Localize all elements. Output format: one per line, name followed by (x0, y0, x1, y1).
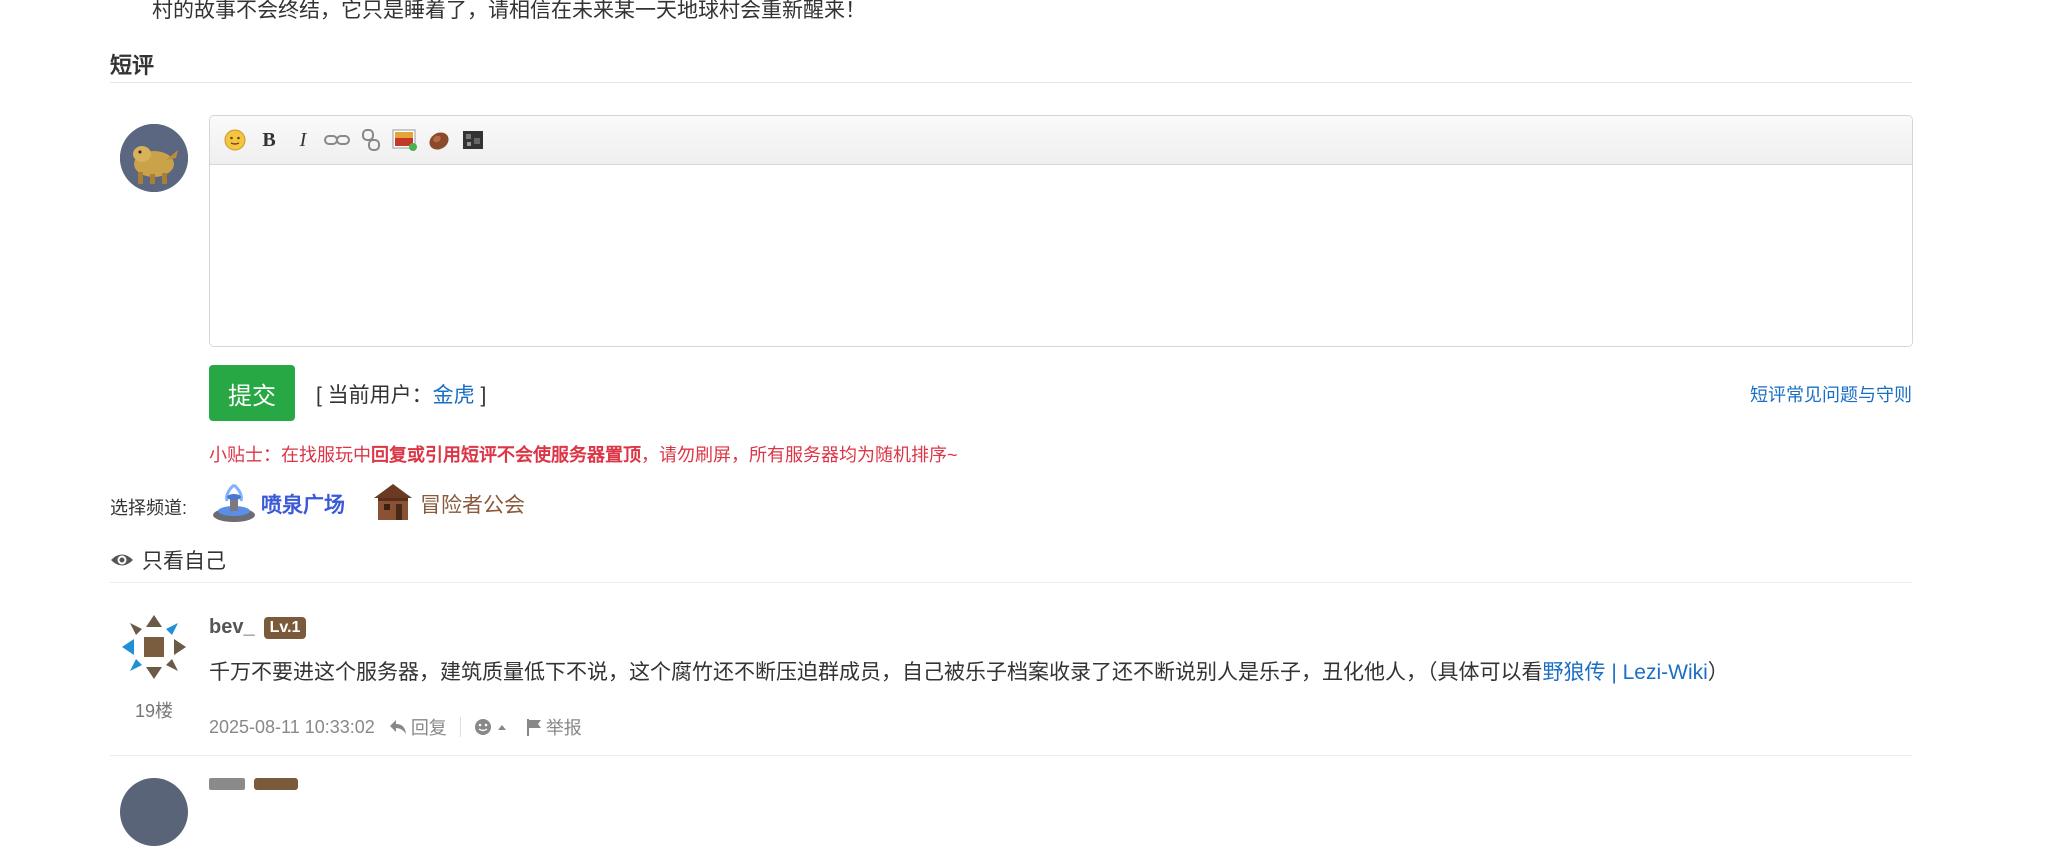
channel-fountain[interactable]: 喷泉广场 (211, 482, 345, 526)
level-badge: Lv.1 (263, 616, 307, 639)
comment-time: 2025-08-11 10:33:02 (209, 716, 375, 737)
caret-up-icon (497, 725, 506, 730)
current-user-avatar (120, 124, 188, 192)
comment-body-end: ） (1707, 661, 1729, 684)
floor-number: 19楼 (135, 701, 174, 721)
next-level-badge (254, 778, 298, 790)
faq-link[interactable]: 短评常见问题与守则 (1750, 381, 1912, 407)
eye-icon (111, 554, 133, 566)
tip-suffix: ，请勿刷屏，所有服务器均为随机排序~ (641, 445, 958, 465)
next-comment-username[interactable] (209, 778, 245, 790)
comment-divider (110, 755, 1912, 756)
comment-link[interactable]: 野狼传 | Lezi-Wiki (1543, 661, 1708, 684)
tip-bold: 回复或引用短评不会使服务器置顶 (371, 445, 641, 465)
only-me-toggle[interactable]: 只看自己 (110, 545, 226, 575)
fountain-icon (211, 481, 257, 528)
unlink-icon[interactable] (354, 125, 388, 155)
intro-text: 村的故事不会终结，它只是睡着了，请相信在未来某一天地球村会重新醒来！ (152, 0, 866, 22)
channel-label: 选择频道: (110, 498, 188, 518)
tip-prefix: 小贴士：在找服玩中 (209, 445, 371, 465)
flag-icon (526, 719, 541, 736)
comment-username-text[interactable]: bev_ (209, 616, 255, 639)
comment-username[interactable]: bev_ Lv.1 (209, 616, 307, 639)
current-user-link[interactable]: 金虎 (433, 384, 475, 407)
report-label: 举报 (545, 718, 582, 738)
block-icon[interactable] (456, 125, 490, 155)
section-title: 短评 (110, 53, 155, 78)
link-icon[interactable] (320, 125, 354, 155)
reaction-button[interactable] (474, 718, 512, 736)
comment-divider (110, 582, 1912, 583)
comment-editor: B I (209, 115, 1913, 347)
meta-separator (459, 717, 461, 737)
bold-icon[interactable]: B (252, 125, 286, 155)
item-icon[interactable] (422, 125, 456, 155)
submit-button[interactable]: 提交 (209, 365, 295, 421)
section-divider (110, 82, 1912, 83)
italic-icon[interactable]: I (286, 125, 320, 155)
smile-icon (474, 719, 491, 735)
emoji-icon[interactable] (218, 125, 252, 155)
commenter-avatar[interactable] (120, 613, 188, 681)
comment-text: 千万不要进这个服务器，建筑质量低下不说，这个腐竹还不断压迫群成员，自己被乐子档案… (209, 656, 1729, 686)
comment-meta: 2025-08-11 10:33:02 回复 举报 (209, 714, 582, 740)
report-button[interactable]: 举报 (526, 714, 582, 740)
current-user-suffix: ] (474, 384, 487, 407)
current-user-info: [ 当前用户：金虎 ] (316, 379, 486, 409)
tip-text: 小贴士：在找服玩中回复或引用短评不会使服务器置顶，请勿刷屏，所有服务器均为随机排… (209, 441, 958, 467)
comment-section: 村的故事不会终结，它只是睡着了，请相信在未来某一天地球村会重新醒来！ 短评 B … (0, 0, 2051, 846)
next-commenter-avatar[interactable] (120, 778, 188, 846)
channel-guild-label: 冒险者公会 (420, 494, 525, 517)
reply-label: 回复 (410, 718, 447, 738)
channel-guild[interactable]: 冒险者公会 (370, 482, 525, 526)
only-me-label: 只看自己 (142, 550, 226, 573)
guild-icon (370, 480, 416, 529)
reply-icon (389, 720, 406, 734)
image-icon[interactable] (388, 125, 422, 155)
current-user-prefix: [ 当前用户： (316, 384, 433, 407)
editor-toolbar: B I (210, 116, 1912, 165)
channel-fountain-label: 喷泉广场 (261, 494, 345, 517)
comment-textarea[interactable] (210, 165, 1912, 346)
reply-button[interactable]: 回复 (389, 714, 447, 740)
comment-body: 千万不要进这个服务器，建筑质量低下不说，这个腐竹还不断压迫群成员，自己被乐子档案… (209, 661, 1543, 684)
